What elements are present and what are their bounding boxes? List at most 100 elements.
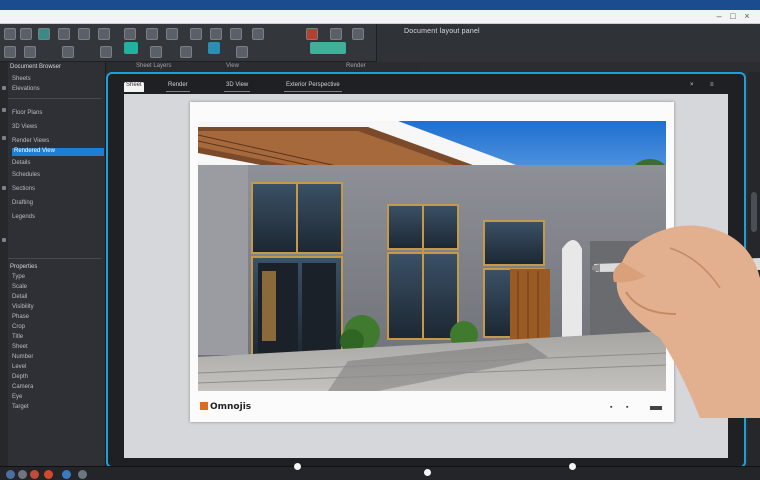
tool-icon[interactable]	[180, 46, 192, 58]
rail-icon[interactable]	[2, 86, 6, 90]
align-icon[interactable]	[210, 28, 222, 40]
company-logo: Omnojis	[200, 402, 251, 412]
drawing-canvas[interactable]: Omnojis ▪ ▪	[124, 94, 728, 458]
logo-mark-icon	[200, 402, 208, 410]
zoom-icon[interactable]	[98, 28, 110, 40]
browser-item[interactable]: Sheets	[12, 76, 31, 84]
subbar-label[interactable]: Sheet Layers	[136, 63, 171, 69]
divider	[8, 98, 102, 99]
logo-text: Omnojis	[210, 402, 252, 412]
tool-icon[interactable]	[236, 46, 248, 58]
ribbon-tab[interactable]	[310, 42, 346, 54]
camera-icon[interactable]	[252, 28, 264, 40]
start-icon[interactable]	[6, 470, 15, 479]
ribbon-tab[interactable]	[208, 42, 220, 54]
save-icon[interactable]	[20, 28, 32, 40]
app-icon[interactable]	[18, 470, 27, 479]
layers-icon[interactable]	[146, 28, 158, 40]
tab-close-icon[interactable]: ×	[688, 82, 696, 92]
property-row[interactable]: Number	[12, 354, 33, 362]
print-icon[interactable]	[78, 28, 90, 40]
tab-sheet[interactable]: Sheet	[124, 82, 144, 92]
property-row[interactable]: Sheet	[12, 344, 28, 352]
tool-icon[interactable]	[4, 46, 16, 58]
tool-icon[interactable]	[24, 46, 36, 58]
property-row[interactable]: Level	[12, 364, 26, 372]
property-row[interactable]: Camera	[12, 384, 33, 392]
rail-icon[interactable]	[2, 136, 6, 140]
rail-icon[interactable]	[2, 238, 6, 242]
tab-menu-icon[interactable]: ≡	[708, 82, 716, 92]
tablet-viewport: Sheet Render 3D View Exterior Perspectiv…	[106, 72, 746, 468]
property-row[interactable]: Eye	[12, 394, 22, 402]
grid-icon[interactable]	[166, 28, 178, 40]
section-icon[interactable]	[230, 28, 242, 40]
redo-icon[interactable]	[58, 28, 70, 40]
rail-icon[interactable]	[2, 108, 6, 112]
title-bar: – □ ×	[0, 10, 760, 24]
top-accent-strip	[0, 0, 760, 10]
property-row[interactable]: Detail	[12, 294, 27, 302]
pen-icon[interactable]	[124, 28, 136, 40]
sheet-control-icon[interactable]: ▪	[610, 404, 618, 411]
app-icon[interactable]	[30, 470, 39, 479]
app-icon[interactable]	[44, 470, 53, 479]
browser-item[interactable]: Render Views	[12, 138, 49, 146]
browser-item[interactable]: Schedules	[12, 172, 40, 180]
measure-icon[interactable]	[190, 28, 202, 40]
browser-item[interactable]: Details	[12, 160, 30, 168]
settings-icon[interactable]	[330, 28, 342, 40]
scrollbar-thumb[interactable]	[751, 192, 757, 232]
page-indicator-dot[interactable]	[424, 469, 431, 476]
help-icon[interactable]	[352, 28, 364, 40]
properties-header: Properties	[10, 264, 38, 270]
rail-icon[interactable]	[2, 186, 6, 190]
page-indicator-dot[interactable]	[294, 463, 301, 470]
property-row[interactable]: Visibility	[12, 304, 34, 312]
left-tool-rail	[0, 62, 8, 466]
app-icon[interactable]	[62, 470, 71, 479]
sheet-minimize-icon[interactable]	[650, 406, 662, 410]
tool-icon[interactable]	[100, 46, 112, 58]
presentation-sheet[interactable]: Omnojis ▪ ▪	[190, 102, 674, 422]
property-row[interactable]: Scale	[12, 284, 27, 292]
property-row[interactable]: Depth	[12, 374, 28, 382]
property-row[interactable]: Crop	[12, 324, 25, 332]
undo-icon[interactable]	[38, 28, 50, 40]
page-indicator-dot[interactable]	[569, 463, 576, 470]
view-subbar: Sheet Layers View Render	[106, 62, 420, 72]
close-icon[interactable]: ×	[742, 12, 752, 21]
user-avatar-icon[interactable]	[306, 28, 318, 40]
panel-title: Document layout panel	[404, 28, 480, 35]
browser-item[interactable]: Drafting	[12, 200, 33, 208]
app-icon[interactable]	[78, 470, 87, 479]
tab-3d-view[interactable]: 3D View	[224, 82, 251, 92]
browser-header: Document Browser	[10, 64, 62, 70]
subbar-label[interactable]: View	[226, 63, 239, 69]
sheet-control-icon[interactable]: ▪	[626, 404, 634, 411]
menu-icon[interactable]	[4, 28, 16, 40]
browser-item[interactable]: Legends	[12, 214, 35, 222]
property-row[interactable]: Title	[12, 334, 23, 342]
tab-exterior-perspective[interactable]: Exterior Perspective	[284, 82, 342, 92]
property-row[interactable]: Phase	[12, 314, 29, 322]
property-row[interactable]: Type	[12, 274, 25, 282]
divider	[8, 258, 102, 259]
ribbon-toolbar: Document layout panel	[0, 24, 760, 62]
tab-render[interactable]: Render	[166, 82, 190, 92]
ribbon-tab-active[interactable]	[124, 42, 138, 54]
browser-item[interactable]: Floor Plans	[12, 110, 42, 118]
tool-icon[interactable]	[62, 46, 74, 58]
maximize-icon[interactable]: □	[728, 12, 738, 21]
browser-item[interactable]: 3D Views	[12, 124, 37, 132]
browser-item-selected[interactable]: Rendered View	[12, 148, 104, 156]
document-tabs: Sheet Render 3D View Exterior Perspectiv…	[124, 80, 724, 94]
property-row[interactable]: Target	[12, 404, 29, 412]
browser-item[interactable]: Sections	[12, 186, 35, 194]
browser-item[interactable]: Elevations	[12, 86, 40, 94]
subbar-label[interactable]: Render	[346, 63, 366, 69]
vertical-scrollbar[interactable]	[748, 72, 760, 466]
minimize-icon[interactable]: –	[714, 12, 724, 21]
tool-icon[interactable]	[150, 46, 162, 58]
taskbar	[0, 466, 760, 480]
